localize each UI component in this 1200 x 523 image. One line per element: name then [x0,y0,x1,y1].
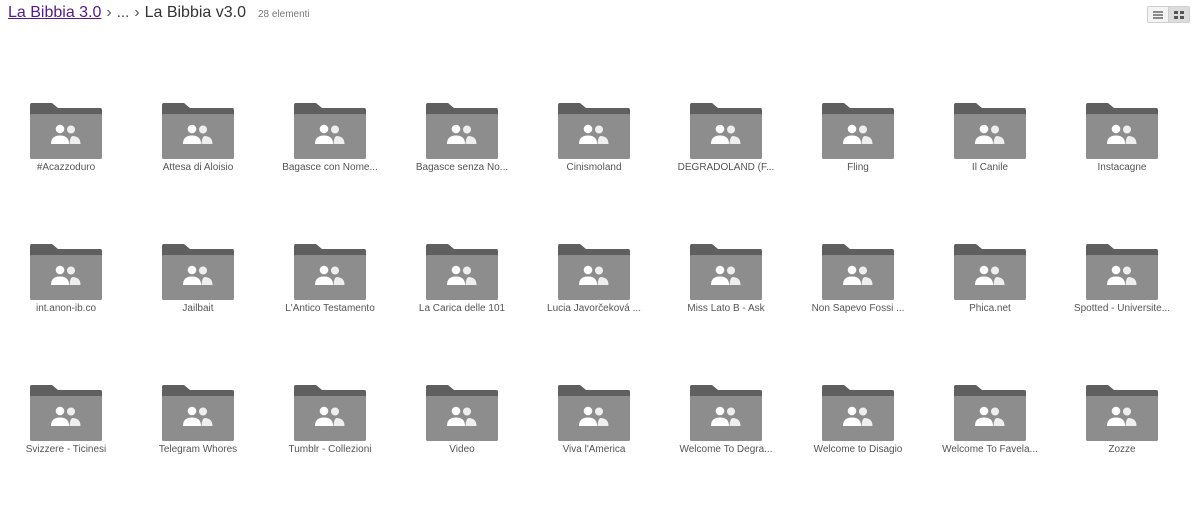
folder-name: Tumblr - Collezioni [288,444,372,455]
shared-folder-icon [690,385,762,441]
shared-folder-item[interactable]: Non Sapevo Fossi ... [792,241,924,382]
folder-name: Bagasce con Nome... [282,162,378,173]
shared-folder-icon [162,244,234,300]
folder-name: Video [449,444,475,455]
shared-folder-icon [558,103,630,159]
folder-name: L'Antico Testamento [285,303,375,314]
folder-name: Miss Lato B - Ask [687,303,765,314]
shared-folder-item[interactable]: Welcome To Degra... [660,382,792,523]
shared-folder-icon [162,103,234,159]
shared-folder-item[interactable]: Viva l'America [528,382,660,523]
grid-view-icon [1174,10,1184,19]
shared-folder-item[interactable]: int.anon-ib.co [0,241,132,382]
breadcrumb-separator: › [106,4,112,21]
shared-folder-item[interactable]: La Carica delle 101 [396,241,528,382]
folder-name: Il Canile [971,162,1009,173]
shared-folder-icon [954,103,1026,159]
folder-name: Welcome To Degra... [679,444,773,455]
folder-name: Telegram Whores [158,444,238,455]
shared-folder-icon [822,385,894,441]
shared-folder-icon [1086,244,1158,300]
shared-folder-item[interactable]: Phica.net [924,241,1056,382]
shared-folder-item[interactable]: Cinismoland [528,100,660,241]
folder-name: Svizzere - Ticinesi [25,444,107,455]
shared-folder-icon [822,244,894,300]
view-toggle [1147,6,1190,23]
folder-name: Lucia Javorčeková ... [547,303,641,314]
folder-name: La Carica delle 101 [418,303,506,314]
shared-folder-item[interactable]: Welcome To Favela... [924,382,1056,523]
folder-grid: #Acazzoduro Attesa di Aloisio Bagasce co… [0,100,1200,523]
shared-folder-item[interactable]: Attesa di Aloisio [132,100,264,241]
shared-folder-item[interactable]: L'Antico Testamento [264,241,396,382]
page-title: La Bibbia v3.0 [144,4,246,21]
breadcrumb-ellipsis[interactable]: ... [117,4,130,21]
folder-name: Bagasce senza No... [415,162,509,173]
item-count: 28 elementi [257,9,310,20]
shared-folder-icon [1086,103,1158,159]
shared-folder-icon [690,244,762,300]
shared-folder-icon [294,385,366,441]
folder-name: Welcome To Favela... [942,444,1038,455]
folder-name: Phica.net [969,303,1011,314]
list-view-icon [1153,10,1163,19]
shared-folder-item[interactable]: Jailbait [132,241,264,382]
folder-name: Zozze [1108,444,1136,455]
folder-name: DEGRADOLAND (F... [677,162,775,173]
folder-name: Fling [847,162,869,173]
shared-folder-icon [558,385,630,441]
shared-folder-item[interactable]: #Acazzoduro [0,100,132,241]
folder-name: Welcome to Disagio [813,444,903,455]
shared-folder-icon [294,244,366,300]
shared-folder-icon [1086,385,1158,441]
shared-folder-item[interactable]: Miss Lato B - Ask [660,241,792,382]
folder-name: Instacagne [1097,162,1147,173]
shared-folder-item[interactable]: Video [396,382,528,523]
shared-folder-item[interactable]: Spotted - Universite... [1056,241,1188,382]
shared-folder-icon [426,103,498,159]
shared-folder-item[interactable]: Instacagne [1056,100,1188,241]
grid-view-button[interactable] [1168,7,1189,22]
shared-folder-icon [954,244,1026,300]
shared-folder-icon [558,244,630,300]
shared-folder-icon [294,103,366,159]
shared-folder-item[interactable]: Welcome to Disagio [792,382,924,523]
folder-name: Spotted - Universite... [1073,303,1171,314]
folder-name: Viva l'America [562,444,626,455]
shared-folder-icon [162,385,234,441]
shared-folder-item[interactable]: Zozze [1056,382,1188,523]
folder-name: #Acazzoduro [36,162,96,173]
folder-name: int.anon-ib.co [35,303,97,314]
shared-folder-icon [30,385,102,441]
shared-folder-icon [822,103,894,159]
shared-folder-item[interactable]: Fling [792,100,924,241]
folder-name: Non Sapevo Fossi ... [811,303,905,314]
folder-name: Cinismoland [566,162,622,173]
shared-folder-item[interactable]: Bagasce senza No... [396,100,528,241]
list-view-button[interactable] [1148,7,1168,22]
shared-folder-item[interactable]: Il Canile [924,100,1056,241]
shared-folder-icon [954,385,1026,441]
shared-folder-item[interactable]: Svizzere - Ticinesi [0,382,132,523]
breadcrumb-root-link[interactable]: La Bibbia 3.0 [8,4,101,22]
shared-folder-item[interactable]: Bagasce con Nome... [264,100,396,241]
shared-folder-item[interactable]: DEGRADOLAND (F... [660,100,792,241]
shared-folder-icon [426,244,498,300]
shared-folder-icon [690,103,762,159]
folder-name: Jailbait [182,303,214,314]
breadcrumb: La Bibbia 3.0 › ... › La Bibbia v3.0 28 … [8,4,310,28]
shared-folder-item[interactable]: Lucia Javorčeková ... [528,241,660,382]
shared-folder-icon [30,103,102,159]
shared-folder-icon [30,244,102,300]
shared-folder-item[interactable]: Tumblr - Collezioni [264,382,396,523]
shared-folder-icon [426,385,498,441]
folder-name: Attesa di Aloisio [162,162,234,173]
shared-folder-item[interactable]: Telegram Whores [132,382,264,523]
breadcrumb-separator: › [134,4,140,21]
